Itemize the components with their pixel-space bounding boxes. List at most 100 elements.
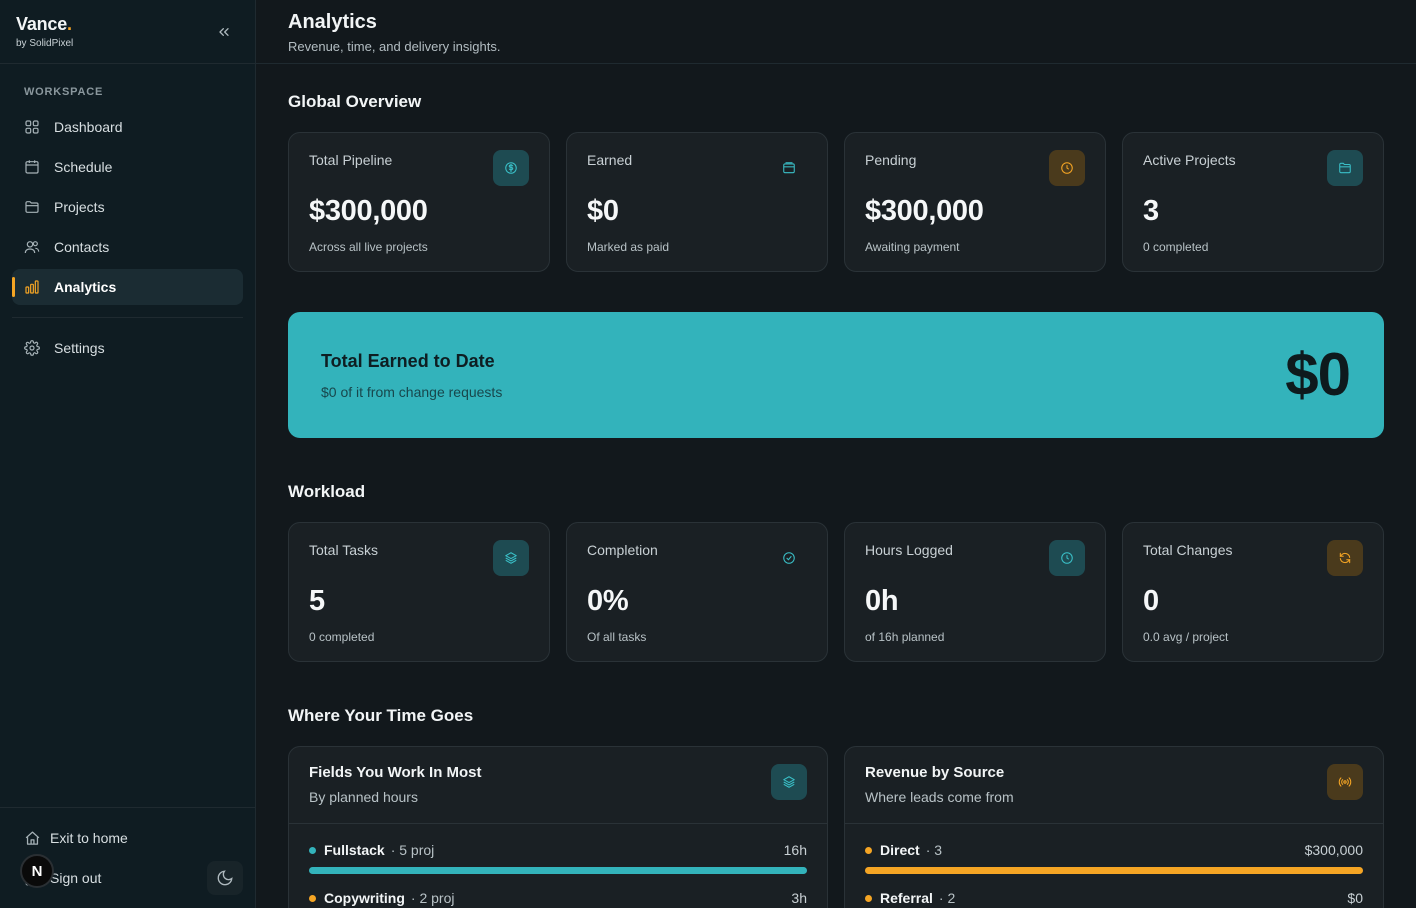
page-header: Analytics Revenue, time, and delivery in… xyxy=(256,0,1416,64)
sidebar-item-analytics[interactable]: Analytics xyxy=(12,269,243,305)
stat-caption: Across all live projects xyxy=(309,240,428,254)
clock-icon xyxy=(1049,150,1085,186)
stat-caption: Awaiting payment xyxy=(865,240,960,254)
progress-bar xyxy=(309,867,807,874)
stat-value: $300,000 xyxy=(309,195,428,227)
source-meta: · 2 xyxy=(938,890,956,906)
section-title-workload: Workload xyxy=(288,482,366,501)
gear-icon xyxy=(24,339,42,357)
stat-label: Completion xyxy=(587,542,658,558)
panel-subtitle: Where leads come from xyxy=(865,789,1014,805)
source-name: Referral xyxy=(880,890,933,906)
series-dot xyxy=(865,847,872,854)
total-earned-banner: Total Earned to Date $0 of it from chang… xyxy=(288,312,1384,438)
stat-card-total-tasks: Total Tasks 5 0 completed xyxy=(288,522,550,662)
series-dot xyxy=(865,895,872,902)
brand-byline: by SolidPixel xyxy=(16,38,74,49)
list-item: Referral · 2 $0 xyxy=(865,890,1363,908)
list-item: Direct · 3 $300,000 xyxy=(865,842,1363,862)
stat-caption: Of all tasks xyxy=(587,630,647,644)
sidebar-item-label: Settings xyxy=(54,340,105,356)
check-circle-icon xyxy=(771,540,807,576)
grid-icon xyxy=(24,118,42,136)
layers-icon xyxy=(493,540,529,576)
exit-to-home-link[interactable]: Exit to home xyxy=(24,826,128,850)
field-meta: · 2 proj xyxy=(410,890,455,906)
list-item: Fullstack · 5 proj 16h xyxy=(309,842,807,862)
folder-icon xyxy=(1327,150,1363,186)
series-dot xyxy=(309,895,316,902)
folder-icon xyxy=(24,198,42,216)
banner-title: Total Earned to Date xyxy=(321,351,495,371)
source-name: Direct xyxy=(880,842,920,858)
users-icon xyxy=(24,238,42,256)
layers-icon xyxy=(771,764,807,800)
brand-name: Vance. xyxy=(16,14,72,34)
stat-value: 0% xyxy=(587,585,629,617)
collapse-sidebar-button[interactable] xyxy=(212,20,236,44)
source-value: $300,000 xyxy=(1304,842,1363,858)
source-meta: · 3 xyxy=(925,842,943,858)
progress-bar xyxy=(865,867,1363,874)
theme-toggle-button[interactable] xyxy=(207,861,243,895)
avatar[interactable]: N xyxy=(20,854,54,888)
brand-logo[interactable]: Vance. by SolidPixel xyxy=(16,14,73,49)
stat-label: Pending xyxy=(865,152,917,168)
panel-title: Fields You Work In Most xyxy=(309,764,482,781)
stat-caption: of 16h planned xyxy=(865,630,945,644)
sidebar-item-dashboard[interactable]: Dashboard xyxy=(12,109,243,145)
sidebar-item-settings[interactable]: Settings xyxy=(12,330,243,366)
stat-card-hours-logged: Hours Logged 0h of 16h planned xyxy=(844,522,1106,662)
series-dot xyxy=(309,847,316,854)
dollar-circle-icon xyxy=(493,150,529,186)
stat-card-total-pipeline: Total Pipeline $300,000 Across all live … xyxy=(288,132,550,272)
stat-label: Earned xyxy=(587,152,633,168)
source-value: $0 xyxy=(1347,890,1363,906)
section-label-workspace: WORKSPACE xyxy=(24,86,104,98)
stat-value: $300,000 xyxy=(865,195,984,227)
sidebar-item-label: Dashboard xyxy=(54,119,123,135)
sidebar-item-label: Projects xyxy=(54,199,105,215)
sidebar-item-label: Analytics xyxy=(54,279,117,295)
panel-revenue-by-source: Revenue by Source Where leads come from … xyxy=(844,746,1384,908)
stat-value: 0 xyxy=(1143,585,1159,617)
stat-caption: Marked as paid xyxy=(587,240,670,254)
field-value: 3h xyxy=(791,890,807,906)
sidebar-item-schedule[interactable]: Schedule xyxy=(12,149,243,185)
sidebar-item-label: Contacts xyxy=(54,239,110,255)
stat-value: 5 xyxy=(309,585,325,617)
panel-fields: Fields You Work In Most By planned hours… xyxy=(288,746,828,908)
sidebar-item-projects[interactable]: Projects xyxy=(12,189,243,225)
stat-caption: 0 completed xyxy=(1143,240,1209,254)
progress-fill xyxy=(865,867,1363,874)
stat-caption: 0.0 avg / project xyxy=(1143,630,1229,644)
stat-card-total-changes: Total Changes 0 0.0 avg / project xyxy=(1122,522,1384,662)
page-title: Analytics xyxy=(288,11,377,33)
stat-label: Total Pipeline xyxy=(309,152,393,168)
panel-title: Revenue by Source xyxy=(865,764,1005,781)
sidebar-item-contacts[interactable]: Contacts xyxy=(12,229,243,265)
page-subtitle: Revenue, time, and delivery insights. xyxy=(288,39,501,54)
progress-fill xyxy=(309,867,807,874)
banner-subtitle: $0 of it from change requests xyxy=(321,384,503,400)
stat-label: Active Projects xyxy=(1143,152,1236,168)
sign-out-label: Sign out xyxy=(50,870,102,886)
stat-value: 0h xyxy=(865,585,899,617)
stat-caption: 0 completed xyxy=(309,630,375,644)
panel-subtitle: By planned hours xyxy=(309,789,418,805)
field-name: Copywriting xyxy=(324,890,405,906)
list-item: Copywriting · 2 proj 3h xyxy=(309,890,807,908)
stat-card-pending: Pending $300,000 Awaiting payment xyxy=(844,132,1106,272)
divider xyxy=(0,807,256,808)
stat-card-active-projects: Active Projects 3 0 completed xyxy=(1122,132,1384,272)
home-icon xyxy=(24,829,42,847)
stat-value: $0 xyxy=(587,195,619,227)
field-name: Fullstack xyxy=(324,842,385,858)
chevrons-left-icon xyxy=(219,27,229,36)
calendar-icon xyxy=(24,158,42,176)
stat-card-earned: Earned $0 Marked as paid xyxy=(566,132,828,272)
divider xyxy=(12,317,243,318)
stat-card-completion: Completion 0% Of all tasks xyxy=(566,522,828,662)
divider xyxy=(0,63,256,64)
divider xyxy=(289,823,827,824)
